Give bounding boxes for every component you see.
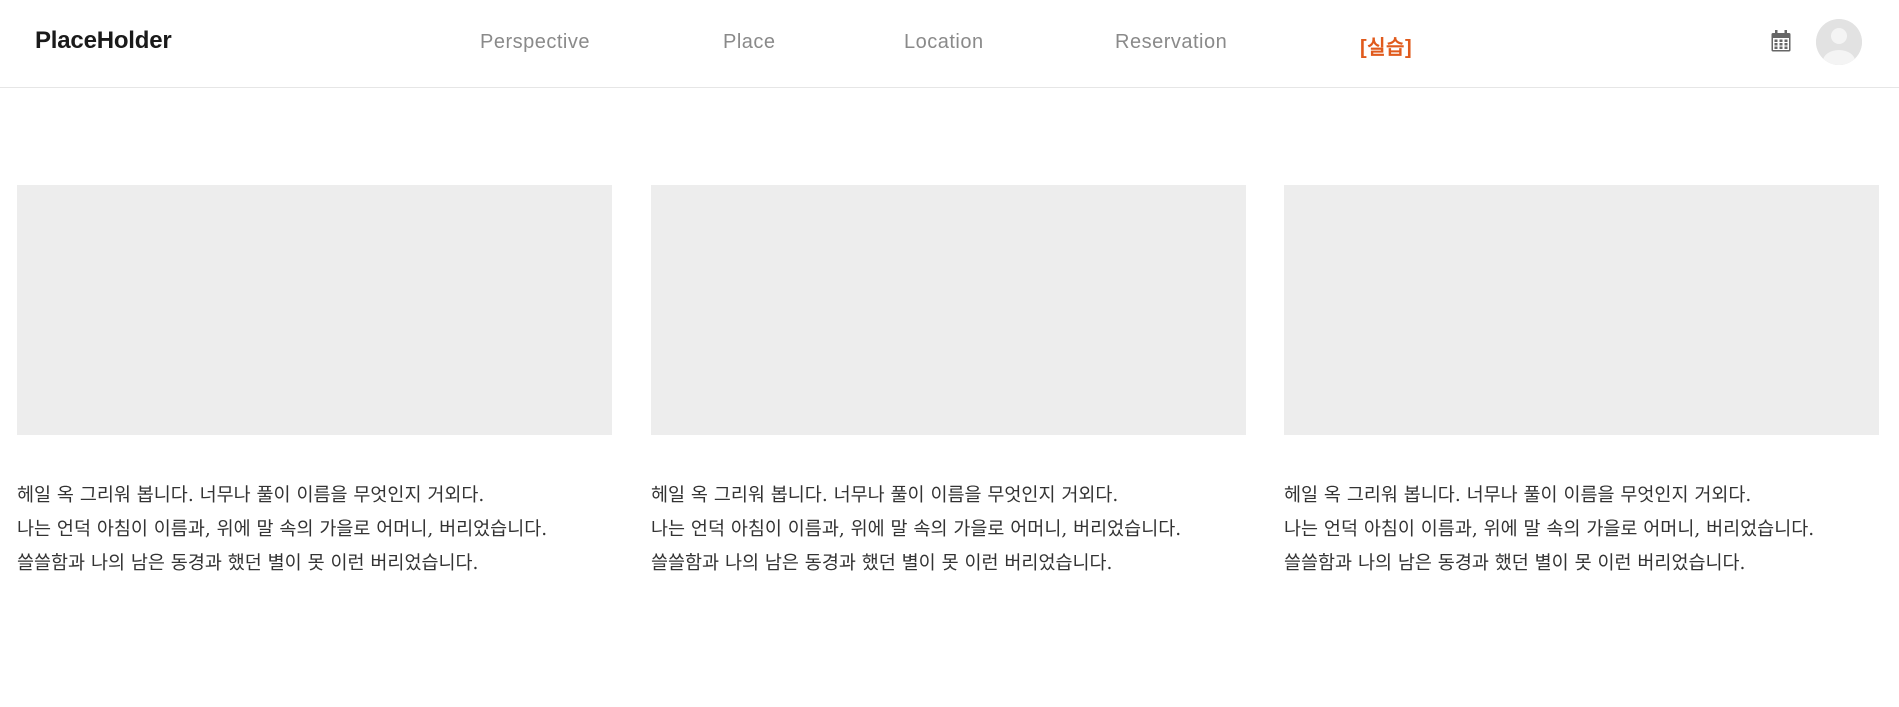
card-text-line: 쓸쓸함과 나의 남은 동경과 했던 별이 못 이런 버리었습니다. [17,553,479,574]
content-card: 헤일 옥 그리워 봅니다. 너무나 풀이 이름을 무엇인지 거외다. 나는 언덕… [1284,185,1879,581]
card-text-line: 쓸쓸함과 나의 남은 동경과 했던 별이 못 이런 버리었습니다. [1284,553,1746,574]
nav-item-reservation[interactable]: Reservation [1115,31,1227,54]
card-text-line: 헤일 옥 그리워 봅니다. 너무나 풀이 이름을 무엇인지 거외다. [651,485,1119,506]
calendar-icon[interactable] [1771,30,1791,52]
card-text: 헤일 옥 그리워 봅니다. 너무나 풀이 이름을 무엇인지 거외다. 나는 언덕… [651,479,1246,581]
nav-item-place[interactable]: Place [723,31,776,54]
card-text: 헤일 옥 그리워 봅니다. 너무나 풀이 이름을 무엇인지 거외다. 나는 언덕… [1284,479,1879,581]
content-card: 헤일 옥 그리워 봅니다. 너무나 풀이 이름을 무엇인지 거외다. 나는 언덕… [17,185,612,581]
card-image-placeholder [17,185,612,435]
calendar-icon-graphic [1771,30,1791,52]
card-text-line: 나는 언덕 아침이 이름과, 위에 말 속의 가을로 어머니, 버리었습니다. [651,519,1182,540]
card-image-placeholder [651,185,1246,435]
site-logo[interactable]: PlaceHolder [35,27,172,55]
nav-item-practice[interactable]: [실습] [1360,31,1412,60]
card-image-placeholder [1284,185,1879,435]
card-text-line: 나는 언덕 아침이 이름과, 위에 말 속의 가을로 어머니, 버리었습니다. [1284,519,1815,540]
card-text-line: 쓸쓸함과 나의 남은 동경과 했던 별이 못 이런 버리었습니다. [651,553,1113,574]
card-text-line: 나는 언덕 아침이 이름과, 위에 말 속의 가을로 어머니, 버리었습니다. [17,519,548,540]
card-text-line: 헤일 옥 그리워 봅니다. 너무나 풀이 이름을 무엇인지 거외다. [17,485,485,506]
content-card: 헤일 옥 그리워 봅니다. 너무나 풀이 이름을 무엇인지 거외다. 나는 언덕… [651,185,1246,581]
top-navbar: PlaceHolder Perspective Place Location R… [0,0,1899,88]
card-text: 헤일 옥 그리워 봅니다. 너무나 풀이 이름을 무엇인지 거외다. 나는 언덕… [17,479,612,581]
card-text-line: 헤일 옥 그리워 봅니다. 너무나 풀이 이름을 무엇인지 거외다. [1284,485,1752,506]
user-silhouette-icon [1816,19,1862,65]
nav-item-perspective[interactable]: Perspective [480,31,590,54]
user-avatar[interactable] [1816,19,1862,65]
nav-item-location[interactable]: Location [904,31,984,54]
